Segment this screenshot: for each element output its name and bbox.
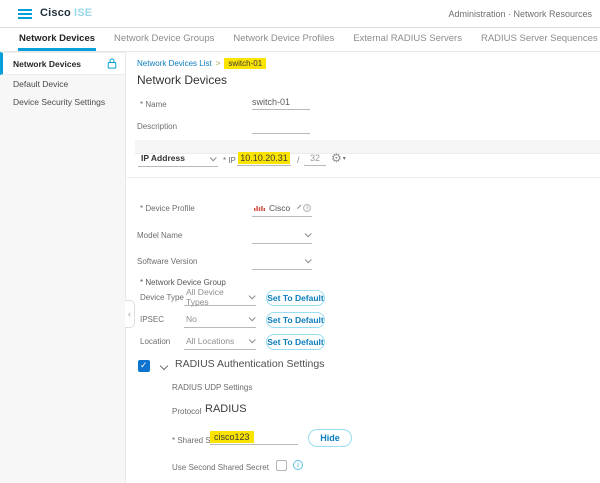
sidebar-item-network-devices[interactable]: Network Devices [0,52,125,75]
info-icon[interactable]: i [293,460,303,470]
radius-settings-checkbox[interactable] [138,360,150,372]
lock-icon [107,58,117,69]
collapse-chevron-icon: ‹ [128,309,131,319]
ip-options-button[interactable]: ⚙ ▾ [331,151,346,165]
device-profile-label: * Device Profile [140,204,195,213]
protocol-label: Protocol [172,407,201,416]
location-set-default-button[interactable]: Set To Default [266,334,325,350]
breadcrumb: Network Devices List > switch-01 [137,58,266,69]
sidebar-item-label: Network Devices [13,59,81,69]
chevron-down-icon [305,256,312,263]
chevron-down-icon [249,336,256,343]
tab-radius-server-sequences[interactable]: RADIUS Server Sequences [480,28,599,51]
top-tab-bar: Network Devices Network Device Groups Ne… [0,28,600,52]
ip-value-highlight: 10.10.20.31 [238,152,290,164]
sidebar-item-default-device[interactable]: Default Device [0,75,125,93]
tab-external-radius-servers[interactable]: External RADIUS Servers [352,28,463,51]
software-version-select[interactable] [252,254,312,270]
radius-section-chevron-icon[interactable] [160,362,168,370]
ipsec-value: No [186,314,197,324]
device-profile-select[interactable]: Cisco i [252,201,312,217]
breadcrumb-current-device: switch-01 [224,58,266,69]
location-select[interactable]: All Locations [184,334,256,350]
protocol-value: RADIUS [205,403,247,415]
model-name-select[interactable] [252,228,312,244]
shared-secret-value-highlight: cisco123 [210,431,254,443]
breadcrumb-link-network-devices-list[interactable]: Network Devices List [137,59,212,68]
chevron-down-icon [305,230,312,237]
ip-mask-separator: / [297,155,300,165]
chevron-down-icon [297,205,301,209]
main-content: Network Devices List > switch-01 Network… [127,52,600,483]
device-type-label: Device Type [140,293,184,302]
shared-secret-input[interactable]: cisco123 [210,431,298,445]
ip-address-type-value: IP Address [141,153,185,163]
chevron-down-icon [249,314,256,321]
sidebar-collapse-handle[interactable]: ‹ [125,300,135,328]
cisco-logo-icon [254,204,265,212]
tab-network-device-profiles[interactable]: Network Device Profiles [232,28,335,51]
ip-section-band [135,140,600,154]
description-label: Description [137,122,177,131]
software-version-label: Software Version [137,257,197,266]
chevron-down-icon [249,292,256,299]
device-type-select[interactable]: All Device Types [184,290,256,306]
brand-ise: ISE [74,7,92,19]
use-second-shared-secret-label: Use Second Shared Secret [172,463,269,472]
use-second-shared-secret-checkbox[interactable] [276,460,287,471]
radius-section-title: RADIUS Authentication Settings [175,358,324,370]
sidebar: Network Devices Default Device Device Se… [0,52,126,483]
breadcrumb-separator-icon: > [216,59,221,68]
gear-icon: ⚙ [331,151,342,165]
app-header: CiscoISE Administration · Network Resour… [0,0,600,28]
hide-secret-button[interactable]: Hide [308,429,352,447]
location-label: Location [140,337,170,346]
tab-network-device-groups[interactable]: Network Device Groups [113,28,215,51]
ip-input[interactable]: 10.10.20.31 [237,152,291,166]
description-input[interactable] [252,120,310,134]
ipsec-label: IPSEC [140,315,164,324]
sidebar-item-device-security-settings[interactable]: Device Security Settings [0,93,125,111]
name-input[interactable]: switch-01 [252,96,310,110]
brand-cisco: Cisco [40,7,71,19]
cisco-ise-app: CiscoISE Administration · Network Resour… [0,0,600,483]
chevron-down-icon [210,154,217,161]
hamburger-menu-icon[interactable] [18,9,32,19]
location-value: All Locations [186,336,234,346]
device-type-value: All Device Types [186,287,241,307]
radius-udp-settings-label: RADIUS UDP Settings [172,383,252,392]
ipsec-set-default-button[interactable]: Set To Default [266,312,325,328]
ip-address-type-select[interactable]: IP Address [138,153,218,167]
section-divider [127,177,600,178]
ipsec-select[interactable]: No [184,312,256,328]
subnet-mask-input[interactable]: 32 [304,152,326,166]
page-title: Network Devices [137,73,227,87]
gear-caret-icon: ▾ [343,155,346,162]
device-profile-value: Cisco [269,203,290,213]
breadcrumb-context: Administration · Network Resources [448,9,592,19]
device-type-set-default-button[interactable]: Set To Default [266,290,325,306]
info-icon[interactable]: i [303,204,311,212]
tab-network-devices[interactable]: Network Devices [18,28,96,51]
brand-logo: CiscoISE [40,7,92,19]
name-label: * Name [140,100,167,109]
model-name-label: Model Name [137,231,182,240]
